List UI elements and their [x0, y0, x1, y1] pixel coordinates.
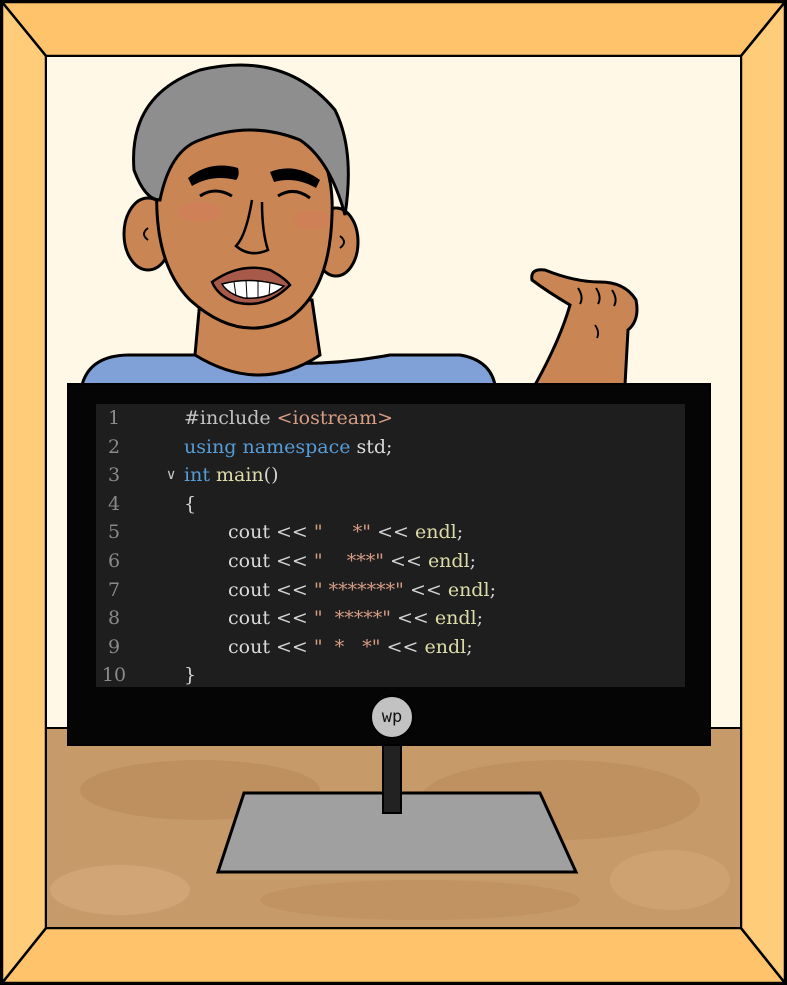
code-token: << [390, 607, 435, 630]
code-token: ; [456, 521, 464, 544]
code-token: " * *" [313, 635, 381, 658]
line-number: 10 [101, 664, 127, 687]
code-token: << [371, 521, 415, 544]
code-token: <iostream> [276, 407, 394, 429]
code-token: << [269, 578, 314, 601]
code-token: endl [414, 521, 457, 544]
code-token: ; [476, 607, 483, 630]
code-token: { [184, 492, 197, 515]
code-text: } [184, 661, 196, 687]
code-token: cout [228, 635, 270, 658]
code-line: 4{ [96, 490, 685, 519]
code-token: << [384, 550, 428, 572]
code-token: int [184, 464, 210, 487]
code-line: 8 cout << " *****" << endl; [96, 604, 685, 633]
line-number: 2 [107, 435, 121, 458]
code-token: endl [427, 550, 470, 572]
code-token: ; [489, 578, 496, 601]
code-token: std; [350, 435, 393, 458]
code-line: 2 using namespace std; [96, 433, 685, 462]
code-token: endl [424, 635, 467, 658]
line-number: 4 [107, 492, 121, 515]
line-number: 8 [107, 607, 121, 630]
code-token: cout [228, 550, 270, 572]
code-token: endl [447, 578, 490, 601]
comic-panel: wp 1 #include <iostream> 2 using namespace … [0, 0, 787, 985]
code-token: " *******" [313, 578, 404, 601]
code-text: cout << " * *" << endl; [184, 633, 473, 662]
code-token: << [403, 578, 448, 601]
code-token: << [269, 607, 314, 630]
code-token: " *" [313, 521, 372, 544]
code-token: << [269, 521, 314, 544]
brand-logo: wp [371, 701, 413, 733]
code-line: 3 ∨ int main() [96, 461, 685, 490]
code-line: 9 cout << " * *" << endl; [96, 633, 685, 662]
code-token: cout [228, 607, 270, 630]
code-token: << [380, 635, 425, 658]
brand-logo-text: wp [381, 707, 403, 727]
code-token: using [184, 435, 237, 458]
code-token: " ***" [313, 550, 385, 572]
fold-chevron-icon[interactable]: ∨ [166, 461, 176, 490]
code-text: { [184, 490, 196, 519]
code-token: endl [434, 607, 477, 630]
code-line: 7 cout << " *******" << endl; [96, 576, 685, 605]
line-number: 3 [107, 464, 121, 487]
code-token: } [184, 664, 197, 687]
code-line: 1 #include <iostream> [96, 404, 685, 433]
code-token: ; [469, 550, 477, 572]
code-token: #include [184, 407, 277, 429]
code-line: 10} [96, 661, 685, 687]
code-text: cout << " *****" << endl; [184, 604, 483, 633]
code-text: cout << " ***" << endl; [184, 547, 476, 576]
code-text: using namespace std; [184, 433, 392, 462]
code-line: 5 cout << " *" << endl; [96, 518, 685, 547]
code-token: << [269, 635, 314, 658]
code-token: cout [228, 578, 270, 601]
code-token: namespace [242, 435, 351, 458]
line-number: 5 [107, 521, 121, 544]
line-number: 1 [107, 407, 121, 429]
code-line: 6 cout << " ***" << endl; [96, 547, 685, 576]
line-number: 7 [107, 578, 121, 601]
line-number: 6 [107, 550, 121, 572]
code-token: ; [466, 635, 473, 658]
code-token: cout [228, 521, 270, 544]
code-editor: 1 #include <iostream> 2 using namespace std… [96, 404, 685, 687]
code-text: cout << " *******" << endl; [184, 576, 496, 605]
code-token: << [269, 550, 314, 572]
code-text: #include <iostream> [184, 404, 393, 433]
code-token: main [216, 464, 264, 487]
code-token: " *****" [313, 607, 391, 630]
line-number: 9 [107, 635, 121, 658]
code-text: cout << " *" << endl; [184, 518, 463, 547]
code-text: int main() [184, 461, 279, 490]
code-token: () [263, 464, 279, 487]
